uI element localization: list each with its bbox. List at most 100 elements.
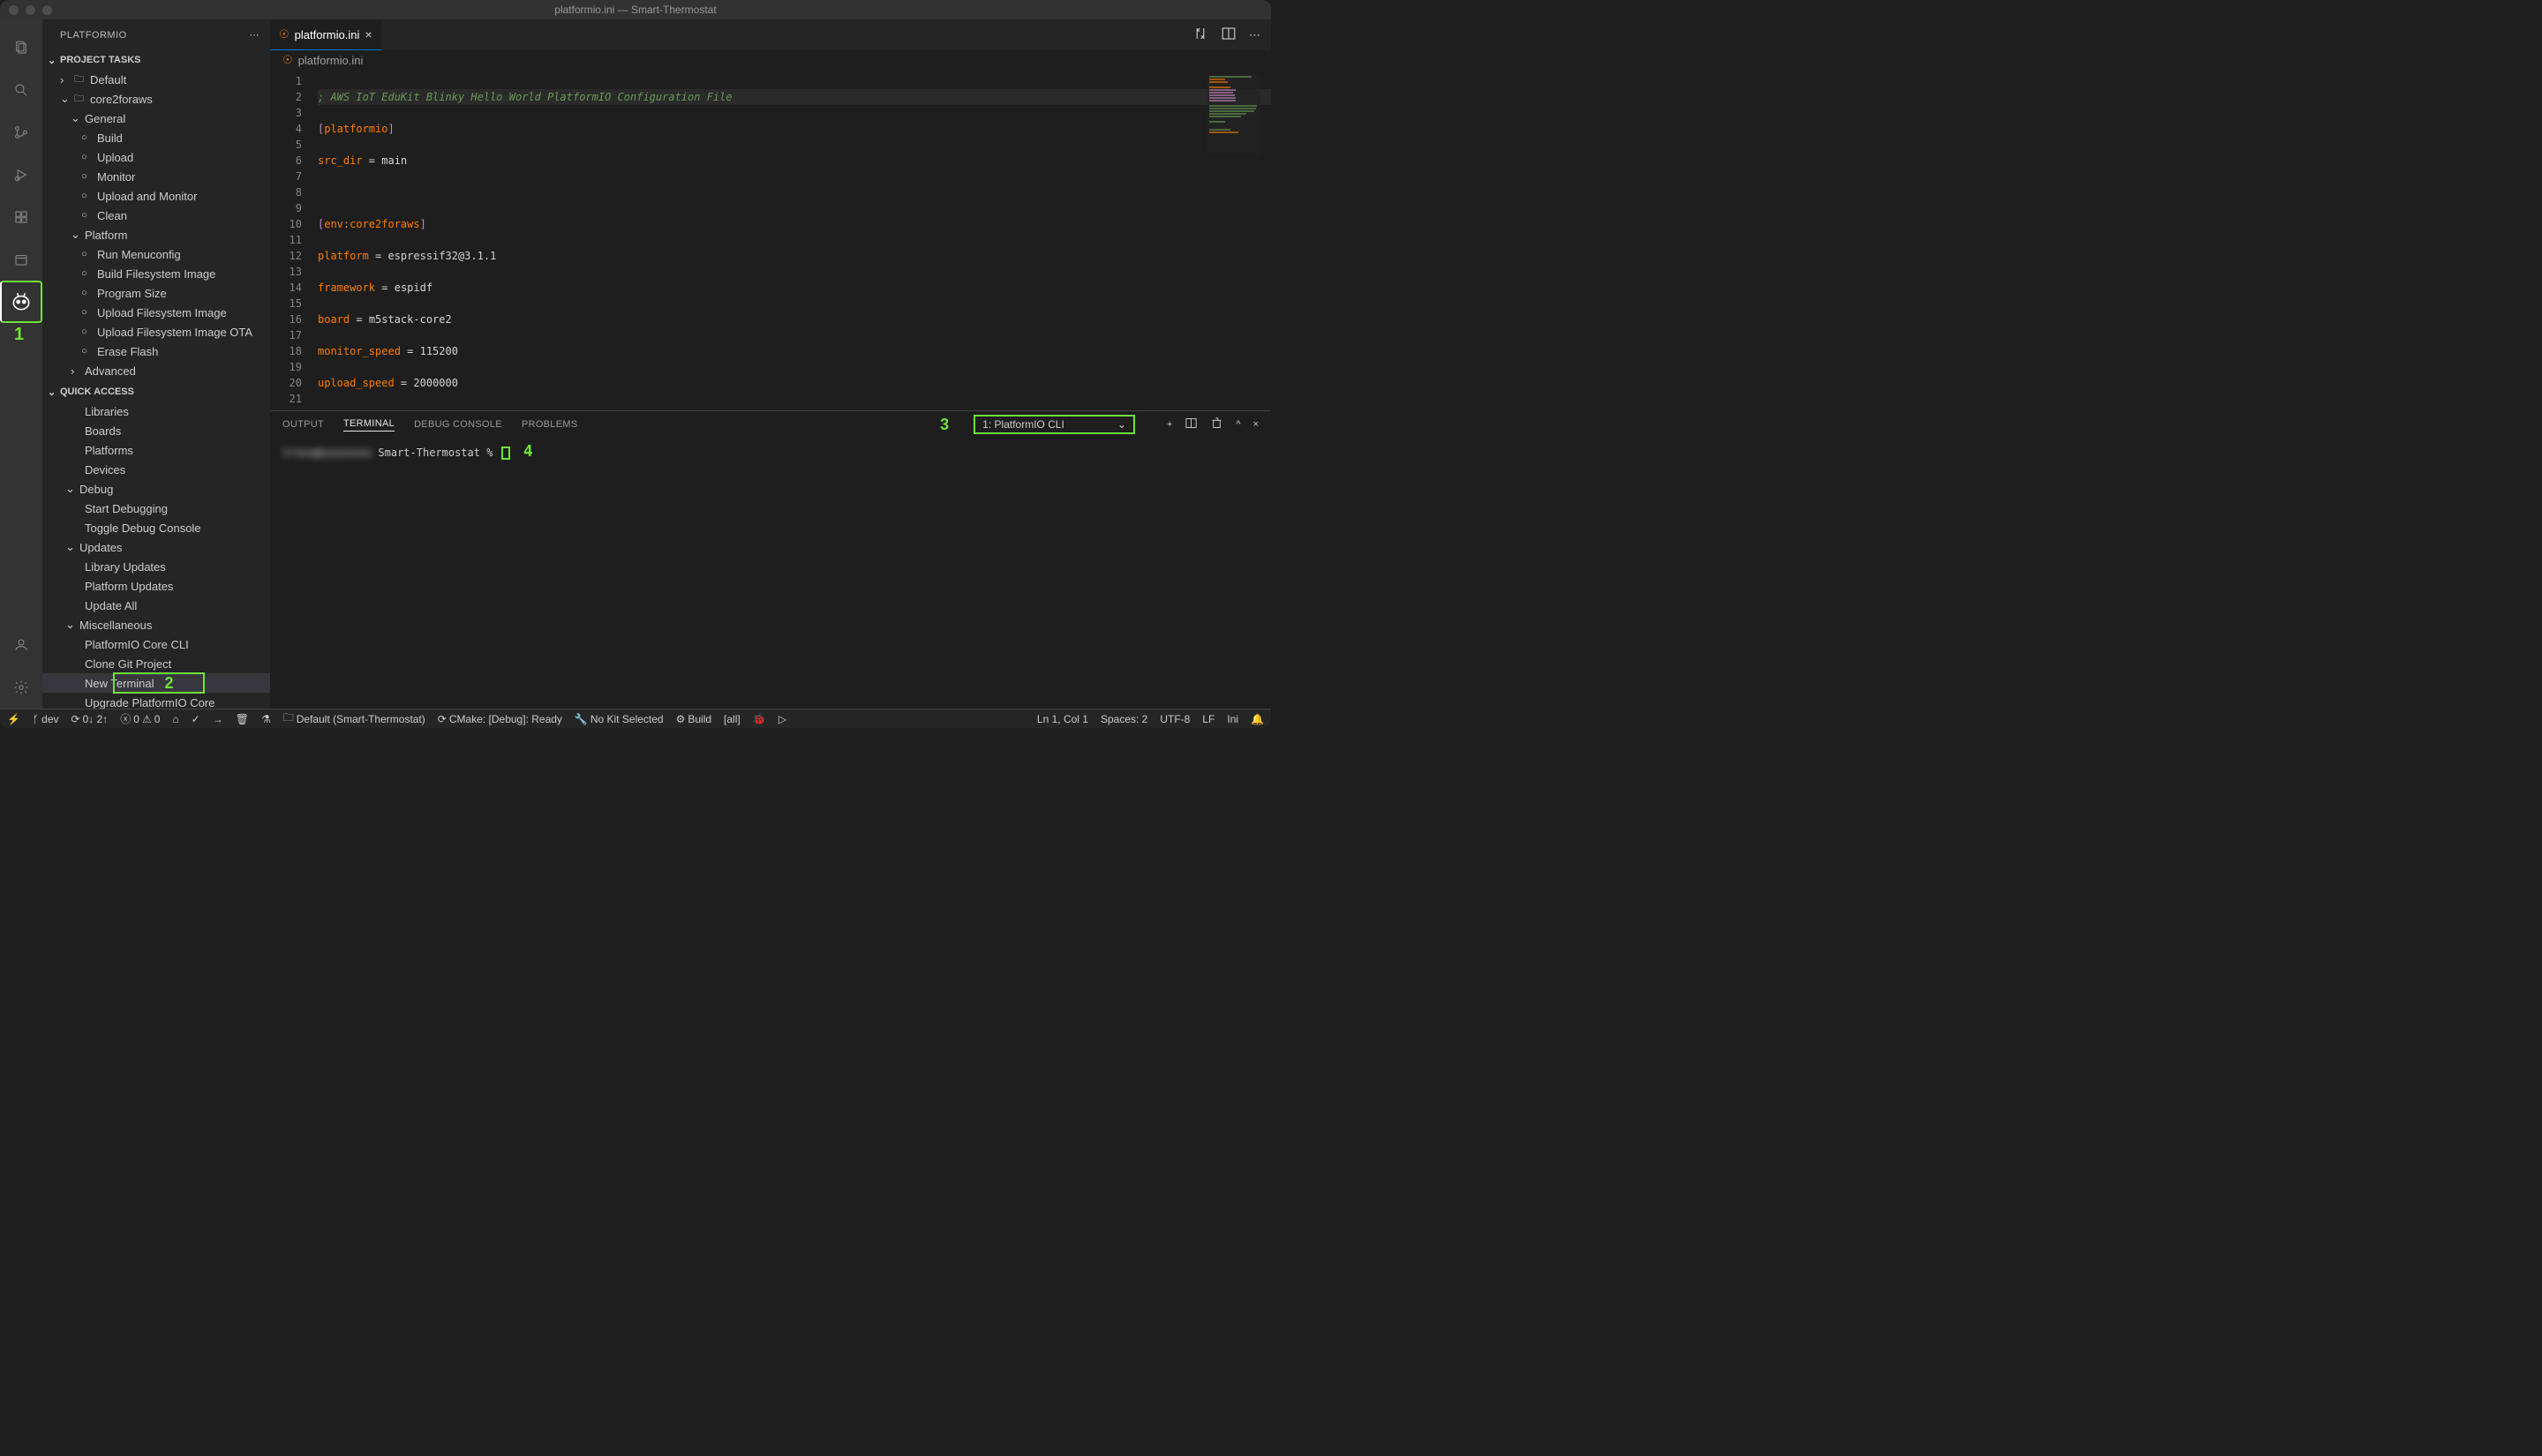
tab-label: platformio.ini — [295, 28, 360, 41]
tab-debug-console[interactable]: DEBUG CONSOLE — [414, 419, 502, 430]
traffic-lights[interactable] — [9, 5, 52, 15]
cursor-pos[interactable]: Ln 1, Col 1 — [1037, 713, 1088, 725]
tab-output[interactable]: OUTPUT — [282, 419, 324, 430]
terminal[interactable]: trxxx@xxxxxxxx Smart-Thermostat % 4 — [270, 438, 1271, 709]
tabs: ☉ platformio.ini × ⋯ — [270, 19, 1271, 50]
close-icon[interactable]: × — [365, 27, 372, 41]
tab-actions: ⋯ — [1182, 19, 1271, 50]
compare-icon[interactable] — [1192, 26, 1208, 44]
tree-item[interactable]: Platforms — [42, 440, 270, 460]
tab-problems[interactable]: PROBLEMS — [522, 419, 578, 430]
tree-item[interactable]: ○Build — [42, 128, 270, 147]
tree-item[interactable]: Clone Git Project — [42, 654, 270, 673]
gutter: 12345678910111213141516171819202122 — [270, 70, 318, 410]
tree-item[interactable]: ○Upload — [42, 147, 270, 167]
tree-item[interactable]: Upgrade PlatformIO Core — [42, 693, 270, 709]
tree-core2foraws[interactable]: ⌄🗀core2foraws — [42, 89, 270, 109]
tree: ›🗀Default ⌄🗀core2foraws ⌄General ○Build … — [42, 70, 270, 709]
tree-item[interactable]: Start Debugging — [42, 499, 270, 518]
terminal-path: Smart-Thermostat — [378, 447, 486, 459]
pio-home-icon[interactable] — [0, 238, 42, 281]
home-icon[interactable]: ⌂ — [172, 713, 178, 725]
tree-item[interactable]: ○Clean — [42, 206, 270, 225]
kill-terminal-icon[interactable] — [1210, 417, 1223, 432]
platformio-icon[interactable]: 1 — [0, 281, 42, 323]
tree-item[interactable]: Libraries — [42, 402, 270, 421]
explorer-icon[interactable] — [0, 26, 42, 69]
remote-icon[interactable]: ⚡ — [7, 713, 20, 725]
tree-item[interactable]: ○Run Menuconfig — [42, 244, 270, 264]
terminal-user: trxxx@xxxxxxxx — [282, 447, 372, 459]
tree-item[interactable]: ○Upload and Monitor — [42, 186, 270, 206]
tree-item[interactable]: PlatformIO Core CLI — [42, 634, 270, 654]
trash-icon[interactable]: 🗑 — [236, 713, 249, 725]
tree-item[interactable]: ○Build Filesystem Image — [42, 264, 270, 283]
tree-item[interactable]: ○Monitor — [42, 167, 270, 186]
tree-item[interactable]: ○Program Size — [42, 283, 270, 303]
all[interactable]: [all] — [724, 713, 741, 725]
beaker-icon[interactable]: ⚗ — [261, 713, 271, 725]
close-panel-icon[interactable]: × — [1253, 419, 1259, 430]
search-icon[interactable] — [0, 69, 42, 111]
window-title: platformio.ini — Smart-Thermostat — [554, 4, 716, 16]
folder-icon[interactable]: 🗀 Default (Smart-Thermostat) — [283, 709, 425, 728]
maximize-icon[interactable]: ^ — [1236, 419, 1240, 430]
tree-item-new-terminal[interactable]: New Terminal2 — [42, 673, 270, 693]
pio-file-icon: ☉ — [282, 53, 293, 67]
cmake-status[interactable]: ⟳ CMake: [Debug]: Ready — [438, 713, 562, 725]
bell-icon[interactable]: 🔔 — [1251, 713, 1264, 725]
run-debug-icon[interactable] — [0, 154, 42, 196]
lang[interactable]: Ini — [1227, 713, 1238, 725]
section-project-tasks[interactable]: ⌄PROJECT TASKS — [42, 50, 270, 70]
more-icon[interactable]: ⋯ — [250, 29, 260, 41]
tree-updates[interactable]: ⌄Updates — [42, 537, 270, 557]
breadcrumb[interactable]: ☉ platformio.ini — [270, 50, 1271, 70]
new-terminal-icon[interactable]: + — [1167, 419, 1172, 430]
tree-debug[interactable]: ⌄Debug — [42, 479, 270, 499]
account-icon[interactable] — [0, 624, 42, 666]
panel: OUTPUT TERMINAL DEBUG CONSOLE PROBLEMS 3… — [270, 410, 1271, 709]
sync[interactable]: ⟳ 0↓ 2↑ — [71, 713, 109, 725]
branch[interactable]: ᚶ dev — [33, 713, 59, 725]
split-editor-icon[interactable] — [1221, 26, 1237, 44]
play-icon[interactable]: ▷ — [778, 713, 786, 725]
tree-platform[interactable]: ⌄Platform — [42, 225, 270, 244]
terminal-selector[interactable]: 1: PlatformIO CLI ⌄ — [974, 415, 1135, 434]
annotation-2: 2 — [165, 674, 174, 693]
tree-misc[interactable]: ⌄Miscellaneous — [42, 615, 270, 634]
pio-file-icon: ☉ — [279, 27, 290, 41]
tree-item[interactable]: Toggle Debug Console — [42, 518, 270, 537]
settings-icon[interactable] — [0, 666, 42, 709]
indent[interactable]: Spaces: 2 — [1101, 713, 1147, 725]
build[interactable]: ⚙ Build — [676, 713, 711, 725]
source-control-icon[interactable] — [0, 111, 42, 154]
debug-icon[interactable]: 🐞 — [753, 713, 766, 725]
tree-item[interactable]: Platform Updates — [42, 576, 270, 596]
tree-item[interactable]: ○Erase Flash — [42, 341, 270, 361]
tree-general[interactable]: ⌄General — [42, 109, 270, 128]
minimap[interactable] — [1207, 75, 1260, 154]
extensions-icon[interactable] — [0, 196, 42, 238]
eol[interactable]: LF — [1202, 713, 1215, 725]
editor[interactable]: 12345678910111213141516171819202122 ; AW… — [270, 70, 1271, 410]
code[interactable]: ; AWS IoT EduKit Blinky Hello World Plat… — [318, 70, 1271, 410]
tree-item[interactable]: Update All — [42, 596, 270, 615]
errors-warnings[interactable]: ⓧ 0 ⚠ 0 — [120, 711, 160, 726]
tree-item[interactable]: Library Updates — [42, 557, 270, 576]
tree-item[interactable]: Boards — [42, 421, 270, 440]
tab-terminal[interactable]: TERMINAL — [343, 418, 395, 432]
encoding[interactable]: UTF-8 — [1160, 713, 1190, 725]
tree-item[interactable]: ○Upload Filesystem Image OTA — [42, 322, 270, 341]
tab-platformio-ini[interactable]: ☉ platformio.ini × — [270, 19, 381, 50]
tree-item[interactable]: ○Upload Filesystem Image — [42, 303, 270, 322]
section-quick-access[interactable]: ⌄QUICK ACCESS — [42, 382, 270, 402]
statusbar: ⚡ ᚶ dev ⟳ 0↓ 2↑ ⓧ 0 ⚠ 0 ⌂ ✓ → 🗑 ⚗ 🗀 Defa… — [0, 709, 1271, 728]
arrow-icon[interactable]: → — [213, 713, 223, 725]
kit[interactable]: 🔧 No Kit Selected — [575, 713, 664, 725]
split-terminal-icon[interactable] — [1185, 417, 1198, 432]
tree-advanced[interactable]: ›Advanced — [42, 361, 270, 380]
more-icon[interactable]: ⋯ — [1249, 28, 1260, 42]
tree-default[interactable]: ›🗀Default — [42, 70, 270, 89]
tree-item[interactable]: Devices — [42, 460, 270, 479]
check-icon[interactable]: ✓ — [192, 713, 200, 725]
